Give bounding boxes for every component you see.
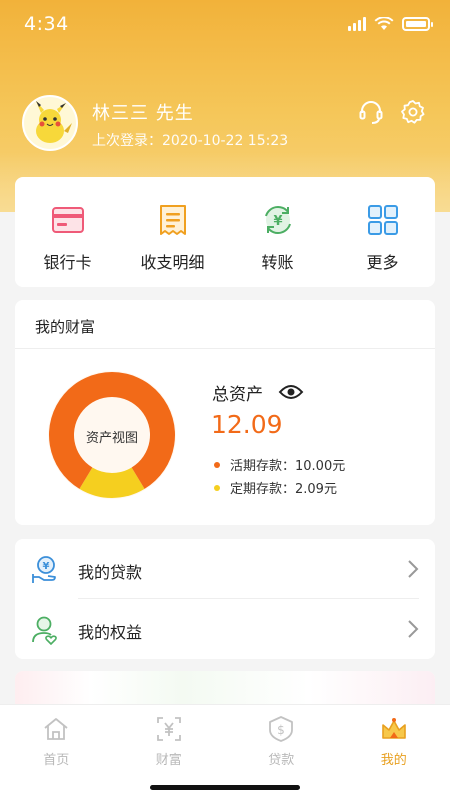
my-rights-row[interactable]: 我的权益: [15, 599, 435, 659]
signal-icon: [348, 17, 366, 31]
legend-label: 活期存款：10.00元: [230, 459, 346, 474]
more-label: 更多: [366, 253, 399, 272]
tab-home[interactable]: 首页: [0, 705, 113, 775]
chevron-right-icon: [408, 560, 419, 578]
transaction-detail-label: 收支明细: [140, 253, 205, 272]
quick-actions-card: 银行卡 收支明细 ¥ 转账 更多: [15, 177, 435, 287]
total-assets-label: 总资产: [212, 385, 263, 405]
more-button[interactable]: 更多: [330, 177, 435, 287]
tab-mine[interactable]: 我的: [338, 705, 450, 775]
tab-loans[interactable]: $ 贷款: [225, 705, 338, 775]
receipt-icon: [159, 205, 186, 235]
home-icon: [44, 718, 68, 740]
avatar[interactable]: [22, 95, 78, 151]
home-indicator: [150, 785, 300, 790]
bank-card-icon: [51, 207, 84, 233]
total-assets-value: 12.09: [211, 410, 283, 439]
legend-dot: [214, 484, 220, 491]
bank-card-button[interactable]: 银行卡: [15, 177, 120, 287]
chevron-right-icon: [408, 620, 419, 638]
customer-service-icon[interactable]: [358, 99, 384, 125]
legend-label: 定期存款：2.09元: [230, 482, 337, 497]
loan-tab-icon: $: [269, 716, 294, 742]
crown-icon: [381, 718, 406, 739]
svg-text:¥: ¥: [43, 561, 50, 572]
grid-icon: [367, 205, 398, 235]
my-rights-label: 我的权益: [78, 623, 143, 642]
status-time: 4:34: [24, 13, 69, 35]
wealth-card: 我的财富 资产视图 总资产 12.09 活期存款：10.00元 定期存款：2.0…: [15, 300, 435, 525]
my-loans-row[interactable]: ¥ 我的贷款: [15, 539, 435, 599]
menu-list-card: ¥ 我的贷款 我的权益: [15, 539, 435, 659]
battery-icon: [402, 17, 433, 31]
eye-icon[interactable]: [278, 382, 304, 402]
settings-gear-icon[interactable]: [400, 99, 426, 125]
wealth-icon: [156, 717, 181, 741]
transfer-icon: ¥: [264, 206, 291, 234]
wifi-icon: [374, 17, 394, 30]
legend-demand-deposit: 活期存款：10.00元: [214, 455, 345, 474]
rights-icon: [32, 616, 57, 645]
transaction-detail-button[interactable]: 收支明细: [120, 177, 225, 287]
my-loans-label: 我的贷款: [78, 563, 143, 582]
tab-loans-label: 贷款: [268, 753, 295, 768]
last-login-time: 上次登录：2020-10-22 15:23: [92, 133, 289, 149]
status-bar: 4:34: [0, 0, 450, 50]
loan-icon: ¥: [32, 556, 56, 583]
divider: [15, 348, 435, 349]
transfer-button[interactable]: ¥ 转账: [225, 177, 330, 287]
pikachu-avatar-icon: [24, 97, 76, 149]
legend-dot: [214, 461, 220, 468]
donut-center-label: 资产视图: [85, 431, 138, 446]
profile-header: 林三三 先生 上次登录：2020-10-22 15:23: [22, 95, 432, 155]
legend-fixed-deposit: 定期存款：2.09元: [214, 478, 337, 497]
tab-home-label: 首页: [43, 753, 70, 768]
svg-text:¥: ¥: [273, 214, 282, 229]
status-icons: [348, 17, 433, 31]
transfer-label: 转账: [261, 253, 294, 272]
tab-mine-label: 我的: [380, 753, 407, 768]
user-name: 林三三 先生: [92, 103, 194, 124]
tab-wealth[interactable]: 财富: [113, 705, 226, 775]
svg-text:$: $: [277, 723, 285, 737]
tab-wealth-label: 财富: [155, 753, 182, 768]
bank-card-label: 银行卡: [43, 253, 92, 272]
wealth-title: 我的财富: [35, 318, 96, 336]
